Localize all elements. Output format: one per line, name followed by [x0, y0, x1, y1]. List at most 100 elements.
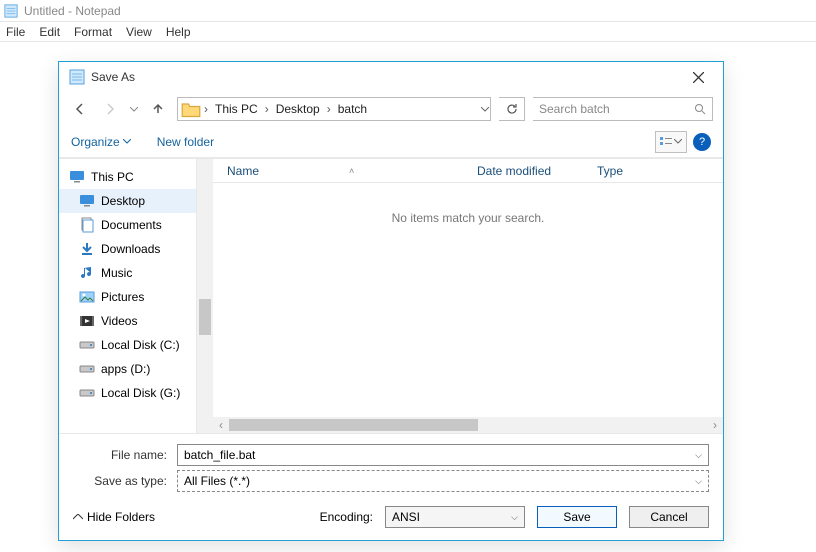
form-zone: File name: batch_file.bat ⌵ Save as type… — [59, 434, 723, 494]
chevron-down-icon — [674, 139, 682, 144]
list-hscrollbar[interactable]: ‹ › — [213, 417, 723, 433]
scroll-track[interactable] — [229, 419, 707, 431]
filename-input[interactable]: batch_file.bat ⌵ — [177, 444, 709, 466]
close-icon — [693, 72, 704, 83]
tree-scrollbar[interactable] — [197, 159, 213, 433]
notepad-titlebar: Untitled - Notepad — [0, 0, 816, 22]
arrow-left-icon — [73, 102, 87, 116]
tree-downloads[interactable]: Downloads — [59, 237, 196, 261]
crumb-thispc[interactable]: This PC — [211, 102, 262, 116]
saveastype-dropdown[interactable]: ⌵ — [695, 476, 702, 487]
drive-icon — [79, 337, 95, 353]
tree-desktop[interactable]: Desktop — [59, 189, 196, 213]
tree-label: apps (D:) — [101, 362, 150, 376]
scroll-left-button[interactable]: ‹ — [213, 417, 229, 433]
breadcrumb-sep[interactable]: › — [324, 102, 334, 116]
tree-videos[interactable]: Videos — [59, 309, 196, 333]
address-bar[interactable]: › This PC › Desktop › batch — [177, 97, 491, 121]
refresh-button[interactable] — [499, 97, 525, 121]
forward-button[interactable] — [99, 98, 121, 120]
encoding-select[interactable]: ANSI ⌵ — [385, 506, 525, 528]
save-as-icon — [69, 69, 85, 85]
arrow-right-icon — [103, 102, 117, 116]
tree-apps-d[interactable]: apps (D:) — [59, 357, 196, 381]
column-header-row: Name˄ Date modified Type — [213, 159, 723, 183]
up-button[interactable] — [147, 98, 169, 120]
scroll-thumb[interactable] — [199, 299, 211, 335]
tree-label: Local Disk (C:) — [101, 338, 180, 352]
desktop-icon — [79, 193, 95, 209]
tree-label: Desktop — [101, 194, 145, 208]
encoding-dropdown[interactable]: ⌵ — [511, 512, 518, 523]
saveastype-label: Save as type: — [73, 474, 171, 488]
tree-music[interactable]: Music — [59, 261, 196, 285]
recent-dropdown[interactable] — [129, 107, 139, 112]
hide-folders-button[interactable]: Hide Folders — [73, 510, 155, 524]
tree-this-pc[interactable]: This PC — [59, 165, 196, 189]
close-button[interactable] — [683, 63, 713, 91]
save-button[interactable]: Save — [537, 506, 617, 528]
filename-dropdown[interactable]: ⌵ — [695, 450, 702, 461]
breadcrumb-sep[interactable]: › — [262, 102, 272, 116]
nav-row: › This PC › Desktop › batch Search batch — [59, 92, 723, 126]
drive-icon — [79, 385, 95, 401]
search-input[interactable]: Search batch — [533, 97, 713, 121]
toolbar: Organize New folder ? — [59, 126, 723, 158]
empty-message: No items match your search. — [213, 183, 723, 417]
downloads-icon — [79, 241, 95, 257]
tree-label: Pictures — [101, 290, 144, 304]
column-label: Name — [227, 164, 259, 178]
organize-menu[interactable]: Organize — [71, 135, 131, 149]
folder-tree: This PC Desktop Documents Downloads Musi… — [59, 159, 197, 433]
organize-label: Organize — [71, 135, 120, 149]
saveastype-select[interactable]: All Files (*.*) ⌵ — [177, 470, 709, 492]
crumb-desktop[interactable]: Desktop — [272, 102, 324, 116]
tree-label: Music — [101, 266, 132, 280]
save-label: Save — [563, 510, 590, 524]
chevron-down-icon — [123, 139, 131, 144]
tree-local-disk-g[interactable]: Local Disk (G:) — [59, 381, 196, 405]
scroll-right-button[interactable]: › — [707, 417, 723, 433]
cancel-label: Cancel — [650, 510, 687, 524]
tree-documents[interactable]: Documents — [59, 213, 196, 237]
chevron-up-icon — [73, 514, 83, 520]
menu-help[interactable]: Help — [166, 25, 191, 39]
pictures-icon — [79, 289, 95, 305]
hide-folders-label: Hide Folders — [87, 510, 155, 524]
help-button[interactable]: ? — [693, 133, 711, 151]
tree-label: Local Disk (G:) — [101, 386, 180, 400]
tree-pictures[interactable]: Pictures — [59, 285, 196, 309]
menu-format[interactable]: Format — [74, 25, 112, 39]
menu-file[interactable]: File — [6, 25, 25, 39]
saveastype-value: All Files (*.*) — [184, 474, 250, 488]
search-placeholder: Search batch — [539, 102, 694, 116]
menu-edit[interactable]: Edit — [39, 25, 60, 39]
documents-icon — [79, 217, 95, 233]
dialog-titlebar: Save As — [59, 62, 723, 92]
search-icon — [694, 103, 706, 115]
column-name[interactable]: Name˄ — [213, 164, 463, 178]
column-type[interactable]: Type — [583, 164, 723, 178]
new-folder-button[interactable]: New folder — [157, 135, 214, 149]
tree-label: Documents — [101, 218, 162, 232]
address-dropdown[interactable] — [480, 107, 490, 112]
cancel-button[interactable]: Cancel — [629, 506, 709, 528]
refresh-icon — [506, 103, 518, 115]
dialog-body: This PC Desktop Documents Downloads Musi… — [59, 158, 723, 434]
view-icon — [660, 136, 672, 148]
save-as-dialog: Save As › This PC › Desktop › batch Sear… — [58, 61, 724, 541]
menu-view[interactable]: View — [126, 25, 152, 39]
tree-label: Videos — [101, 314, 137, 328]
encoding-value: ANSI — [392, 510, 420, 524]
crumb-batch[interactable]: batch — [334, 102, 371, 116]
view-options-button[interactable] — [655, 131, 687, 153]
breadcrumb-sep[interactable]: › — [201, 102, 211, 116]
chevron-down-icon — [481, 107, 489, 112]
back-button[interactable] — [69, 98, 91, 120]
scroll-thumb[interactable] — [229, 419, 478, 431]
chevron-down-icon — [130, 107, 138, 112]
filename-value: batch_file.bat — [184, 448, 255, 462]
tree-local-disk-c[interactable]: Local Disk (C:) — [59, 333, 196, 357]
monitor-icon — [69, 169, 85, 185]
column-date[interactable]: Date modified — [463, 164, 583, 178]
